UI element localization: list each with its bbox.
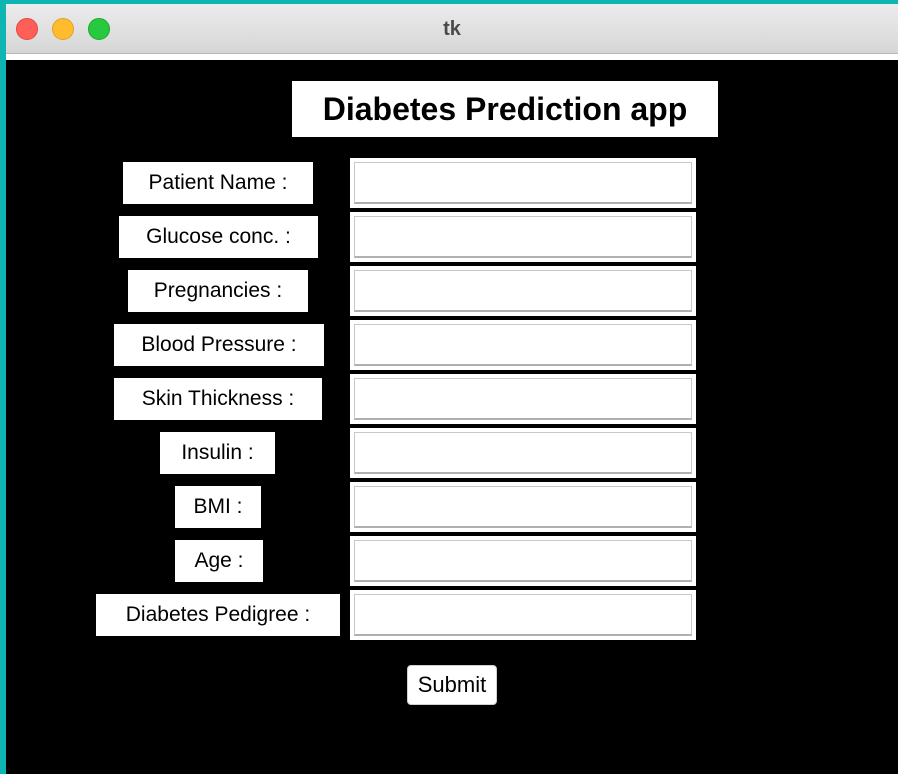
submit-button[interactable]: Submit xyxy=(407,665,497,705)
glucose-field-frame xyxy=(350,212,696,262)
glucose-input[interactable] xyxy=(354,216,692,258)
blood-pressure-input[interactable] xyxy=(354,324,692,366)
insulin-label: Insulin : xyxy=(160,432,275,474)
pregnancies-field-frame xyxy=(350,266,696,316)
insulin-input[interactable] xyxy=(354,432,692,474)
diabetes-pedigree-field-frame xyxy=(350,590,696,640)
skin-thickness-field-frame xyxy=(350,374,696,424)
skin-thickness-label: Skin Thickness : xyxy=(114,378,322,420)
patient-name-input[interactable] xyxy=(354,162,692,204)
pregnancies-label: Pregnancies : xyxy=(128,270,308,312)
skin-thickness-input[interactable] xyxy=(354,378,692,420)
form-area: Diabetes Prediction app Patient Name : G… xyxy=(6,60,898,774)
age-input[interactable] xyxy=(354,540,692,582)
glucose-label: Glucose conc. : xyxy=(119,216,318,258)
blood-pressure-field-frame xyxy=(350,320,696,370)
pregnancies-input[interactable] xyxy=(354,270,692,312)
age-label: Age : xyxy=(175,540,263,582)
bmi-input[interactable] xyxy=(354,486,692,528)
blood-pressure-label: Blood Pressure : xyxy=(114,324,324,366)
patient-name-field-frame xyxy=(350,158,696,208)
diabetes-pedigree-label: Diabetes Pedigree : xyxy=(96,594,340,636)
title-bar[interactable]: tk xyxy=(6,4,898,54)
window-title: tk xyxy=(443,18,461,40)
app-heading: Diabetes Prediction app xyxy=(292,81,718,137)
app-window: tk Diabetes Prediction app Patient Name … xyxy=(6,4,898,774)
diabetes-pedigree-input[interactable] xyxy=(354,594,692,636)
bmi-field-frame xyxy=(350,482,696,532)
patient-name-label: Patient Name : xyxy=(123,162,313,204)
bmi-label: BMI : xyxy=(175,486,261,528)
age-field-frame xyxy=(350,536,696,586)
insulin-field-frame xyxy=(350,428,696,478)
